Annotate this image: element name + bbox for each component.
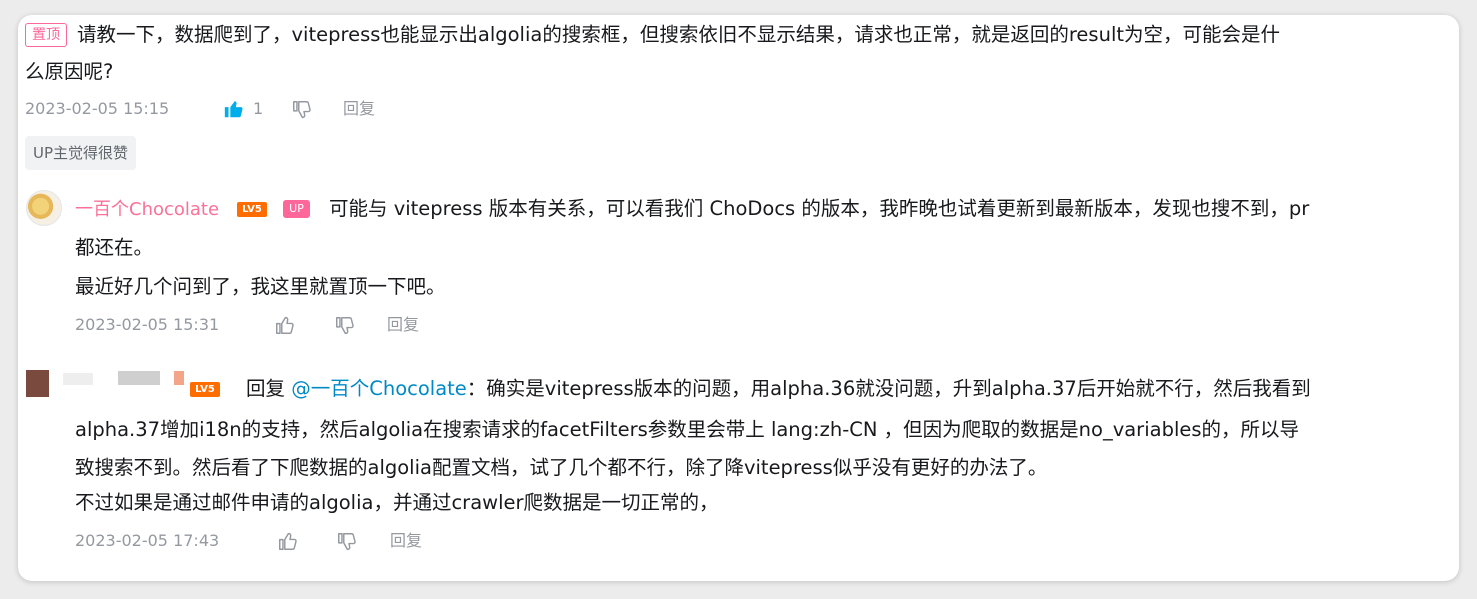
thumb-down-icon[interactable] [291, 99, 313, 121]
reply-button[interactable]: 回复 [387, 313, 419, 337]
thumb-down-icon[interactable] [336, 531, 358, 553]
reply-body: ：确实是vitepress版本的问题，用alpha.36就没问题，升到alpha… [466, 377, 1311, 400]
reply-timestamp: 2023-02-05 17:43 [75, 531, 220, 550]
reply-text-line3: 最近好几个问到了，我这里就置顶一下吧。 [75, 275, 446, 298]
reply-text-line1: 可能与 vitepress 版本有关系，可以看我们 ChoDocs 的版本，我昨… [329, 197, 1310, 220]
blurred-username [63, 373, 93, 385]
thumb-up-icon[interactable] [223, 98, 245, 120]
reply-button[interactable]: 回复 [390, 529, 422, 553]
reply-text-line2: alpha.37增加i18n的支持，然后algolia在搜索请求的facetFi… [75, 418, 1300, 441]
mention-link[interactable]: @一百个Chocolate [291, 377, 467, 400]
comment-timestamp: 2023-02-05 15:15 [25, 99, 170, 118]
avatar[interactable] [26, 370, 49, 397]
reply-prefix: 回复 [246, 377, 286, 400]
level-badge: LV5 [190, 382, 220, 397]
reply-text-line2: 都还在。 [75, 236, 154, 259]
reply-button[interactable]: 回复 [343, 97, 375, 121]
reply-username[interactable]: 一百个Chocolate [75, 192, 219, 228]
thumb-down-icon[interactable] [334, 315, 356, 337]
reply-timestamp: 2023-02-05 15:31 [75, 315, 220, 334]
pinned-badge: 置顶 [25, 23, 67, 47]
thumb-up-icon[interactable] [274, 314, 296, 336]
up-liked-tag: UP主觉得很赞 [25, 136, 137, 170]
blurred-username [118, 371, 160, 385]
comment-text-line1: 请教一下，数据爬到了，vitepress也能显示出algolia的搜索框，但搜索… [77, 23, 1281, 46]
comment-text-line2: 么原因呢? [25, 60, 114, 83]
reply-text-line3: 致搜索不到。然后看了下爬数据的algolia配置文档，试了几个都不行，除了降vi… [75, 456, 1048, 479]
blurred-username [174, 371, 184, 385]
like-count: 1 [253, 99, 264, 118]
up-badge: UP [283, 200, 310, 218]
reply-text-line4: 不过如果是通过邮件申请的algolia，并通过crawler爬数据是一切正常的， [75, 491, 719, 514]
comment-card: 置顶 请教一下，数据爬到了，vitepress也能显示出algolia的搜索框，… [18, 15, 1459, 581]
reply-text-line1: 回复 @一百个Chocolate：确实是vitepress版本的问题，用alph… [246, 371, 1311, 407]
avatar[interactable] [26, 190, 62, 226]
thumb-up-icon[interactable] [277, 530, 299, 552]
level-badge: LV5 [237, 202, 267, 217]
